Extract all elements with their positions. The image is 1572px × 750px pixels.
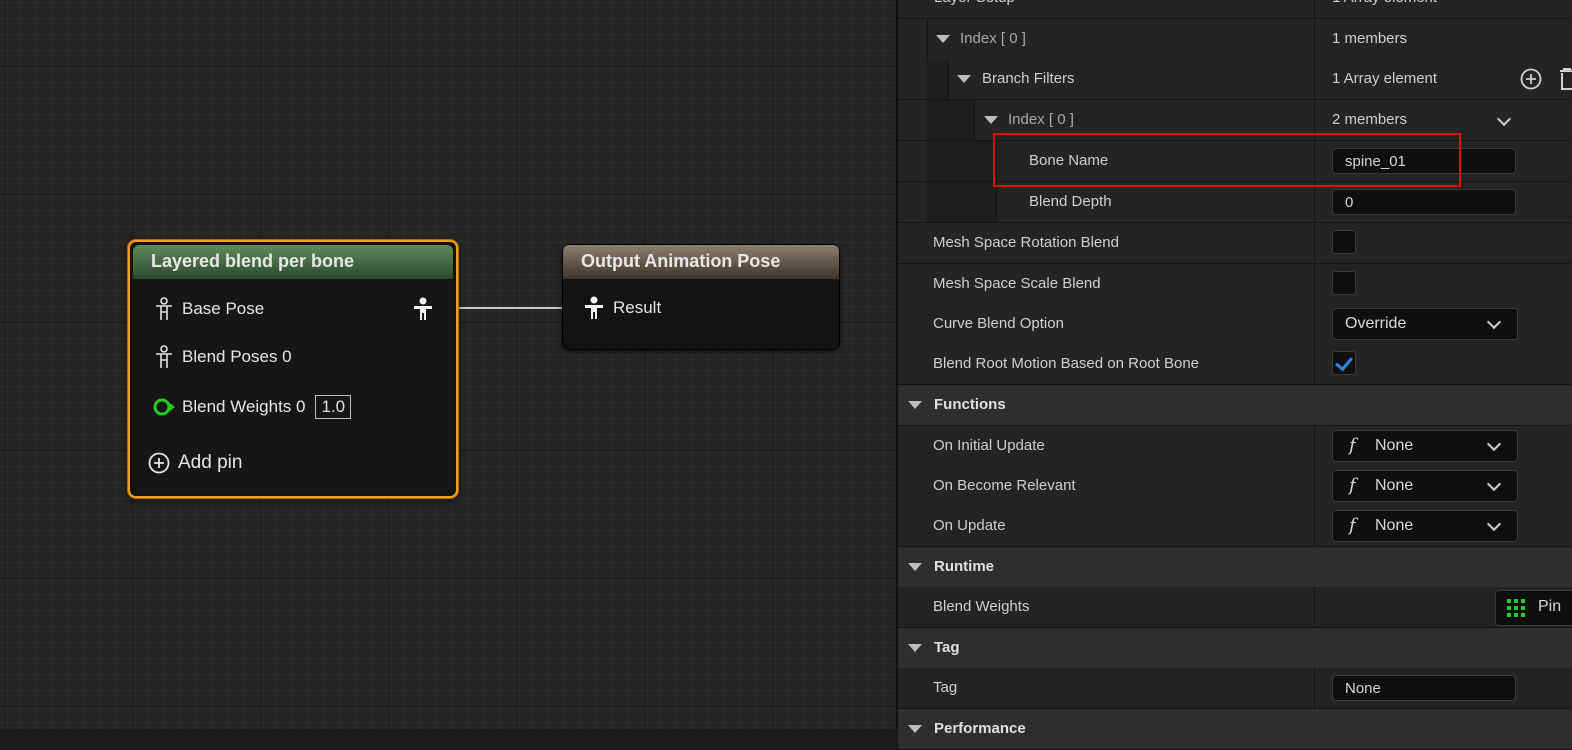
runtime-category[interactable]: Runtime xyxy=(898,547,1572,588)
pose-output-pin-icon[interactable] xyxy=(412,297,434,321)
collapse-arrow-icon[interactable] xyxy=(908,644,922,652)
on-update-value: None xyxy=(1375,517,1414,534)
on-initial-update-label: On Initial Update xyxy=(933,437,1045,454)
chevron-down-icon xyxy=(1486,436,1502,452)
add-pin-button[interactable]: Add pin xyxy=(148,452,242,474)
anim-graph-canvas[interactable]: Layered blend per bone Base Pose Blend P… xyxy=(0,0,896,729)
mesh-space-scale-checkbox[interactable] xyxy=(1332,271,1356,295)
blend-weight-input[interactable]: 1.0 xyxy=(315,395,352,419)
collapse-arrow-icon[interactable] xyxy=(908,563,922,571)
function-icon: f xyxy=(1349,475,1356,496)
performance-category[interactable]: Performance xyxy=(898,709,1572,750)
runtime-label: Runtime xyxy=(934,558,994,575)
float-pin-icon xyxy=(153,398,175,416)
mesh-space-rotation-label: Mesh Space Rotation Blend xyxy=(933,234,1119,251)
collapse-arrow-icon[interactable] xyxy=(908,725,922,733)
branch-filters-label: Branch Filters xyxy=(982,70,1075,87)
on-initial-update-dropdown[interactable]: f None xyxy=(1332,430,1518,462)
root-motion-label: Blend Root Motion Based on Root Bone xyxy=(933,355,1200,372)
node-title: Output Animation Pose xyxy=(563,245,839,279)
on-become-relevant-label: On Become Relevant xyxy=(933,477,1076,494)
tag-row[interactable]: Tag None xyxy=(898,668,1572,709)
blend-weights-label: Blend Weights xyxy=(933,598,1030,615)
checkmark-icon xyxy=(1335,352,1353,372)
pin-binding-value: Pin xyxy=(1538,598,1562,615)
function-icon: f xyxy=(1349,435,1356,456)
bone-name-highlight-box xyxy=(993,133,1461,187)
on-become-relevant-row[interactable]: On Become Relevant f None xyxy=(898,466,1572,507)
collapse-arrow-icon[interactable] xyxy=(936,35,950,43)
index0-row[interactable]: Index [ 0 ] 1 members xyxy=(898,19,1572,60)
add-circle-icon xyxy=(148,452,170,474)
mesh-space-scale-row[interactable]: Mesh Space Scale Blend xyxy=(898,264,1572,305)
curve-blend-label: Curve Blend Option xyxy=(933,315,1064,332)
layered-blend-per-bone-node[interactable]: Layered blend per bone Base Pose Blend P… xyxy=(128,240,458,498)
root-motion-checkbox[interactable] xyxy=(1332,351,1356,375)
on-initial-update-value: None xyxy=(1375,437,1414,454)
collapse-arrow-icon[interactable] xyxy=(957,75,971,83)
blend-weights-row[interactable]: Blend Weights Pin xyxy=(898,587,1572,628)
performance-label: Performance xyxy=(934,720,1026,737)
functions-label: Functions xyxy=(934,396,1006,413)
tag-cat-label: Tag xyxy=(934,639,960,656)
blend-depth-row[interactable]: Blend Depth 0 xyxy=(898,182,1572,223)
on-update-row[interactable]: On Update f None xyxy=(898,506,1572,547)
blend-depth-label: Blend Depth xyxy=(1029,193,1112,210)
pin-binding-dropdown[interactable]: Pin xyxy=(1495,590,1572,626)
pose-outline-icon xyxy=(156,297,172,320)
branch-filters-value: 1 Array element xyxy=(1332,70,1438,87)
chevron-down-icon[interactable] xyxy=(1496,111,1512,127)
on-become-relevant-value: None xyxy=(1375,477,1414,494)
chevron-down-icon xyxy=(1486,476,1502,492)
root-motion-row[interactable]: Blend Root Motion Based on Root Bone xyxy=(898,344,1572,385)
base-pose-label: Base Pose xyxy=(182,299,265,318)
curve-blend-dropdown[interactable]: Override xyxy=(1332,308,1518,340)
collapse-arrow-icon[interactable] xyxy=(908,401,922,409)
on-initial-update-row[interactable]: On Initial Update f None xyxy=(898,426,1572,467)
output-animation-pose-node[interactable]: Output Animation Pose Result xyxy=(562,244,840,350)
on-update-dropdown[interactable]: f None xyxy=(1332,510,1518,542)
tag-category[interactable]: Tag xyxy=(898,628,1572,669)
chevron-down-icon xyxy=(1486,516,1502,532)
layer-setup-value: 1 Array element xyxy=(1332,0,1437,18)
blend-weights-pin[interactable]: Blend Weights 0 1.0 xyxy=(152,395,352,419)
tag-input[interactable]: None xyxy=(1332,675,1516,701)
pin-grid-icon xyxy=(1507,599,1525,617)
result-label: Result xyxy=(613,298,662,317)
curve-blend-value: Override xyxy=(1345,315,1407,332)
index0-label: Index [ 0 ] xyxy=(960,30,1026,47)
pose-pin-icon xyxy=(585,296,603,319)
collapse-arrow-icon[interactable] xyxy=(984,116,998,124)
pose-wire xyxy=(454,307,564,309)
result-pin[interactable]: Result xyxy=(583,296,661,320)
blend-poses-pin[interactable]: Blend Poses 0 xyxy=(154,345,292,369)
function-icon: f xyxy=(1349,515,1356,536)
node-title: Layered blend per bone xyxy=(133,245,453,279)
add-pin-label: Add pin xyxy=(178,452,243,473)
delete-trash-icon[interactable] xyxy=(1559,67,1572,91)
curve-blend-row[interactable]: Curve Blend Option Override xyxy=(898,304,1572,345)
base-pose-pin[interactable]: Base Pose xyxy=(154,297,264,321)
pose-outline-icon xyxy=(156,345,172,368)
blend-weights-label: Blend Weights 0 xyxy=(182,397,306,416)
mesh-space-scale-label: Mesh Space Scale Blend xyxy=(933,275,1101,292)
blend-poses-label: Blend Poses 0 xyxy=(182,347,292,366)
mesh-space-rotation-row[interactable]: Mesh Space Rotation Blend xyxy=(898,223,1572,264)
on-become-relevant-dropdown[interactable]: f None xyxy=(1332,470,1518,502)
on-update-label: On Update xyxy=(933,517,1006,534)
layer-setup-row[interactable]: Layer Setup 1 Array element xyxy=(898,0,1572,19)
index0-value: 1 members xyxy=(1332,30,1408,47)
blend-depth-input[interactable]: 0 xyxy=(1332,189,1516,215)
branch-filters-row[interactable]: Branch Filters 1 Array element xyxy=(898,59,1572,100)
mesh-space-rotation-checkbox[interactable] xyxy=(1332,230,1356,254)
add-element-icon[interactable] xyxy=(1520,68,1542,90)
details-panel: Layer Setup 1 Array element Index [ 0 ] … xyxy=(896,0,1572,750)
functions-category[interactable]: Functions xyxy=(898,385,1572,426)
layer-setup-label: Layer Setup xyxy=(934,0,1015,18)
chevron-down-icon xyxy=(1486,314,1502,330)
tag-label: Tag xyxy=(933,679,958,696)
